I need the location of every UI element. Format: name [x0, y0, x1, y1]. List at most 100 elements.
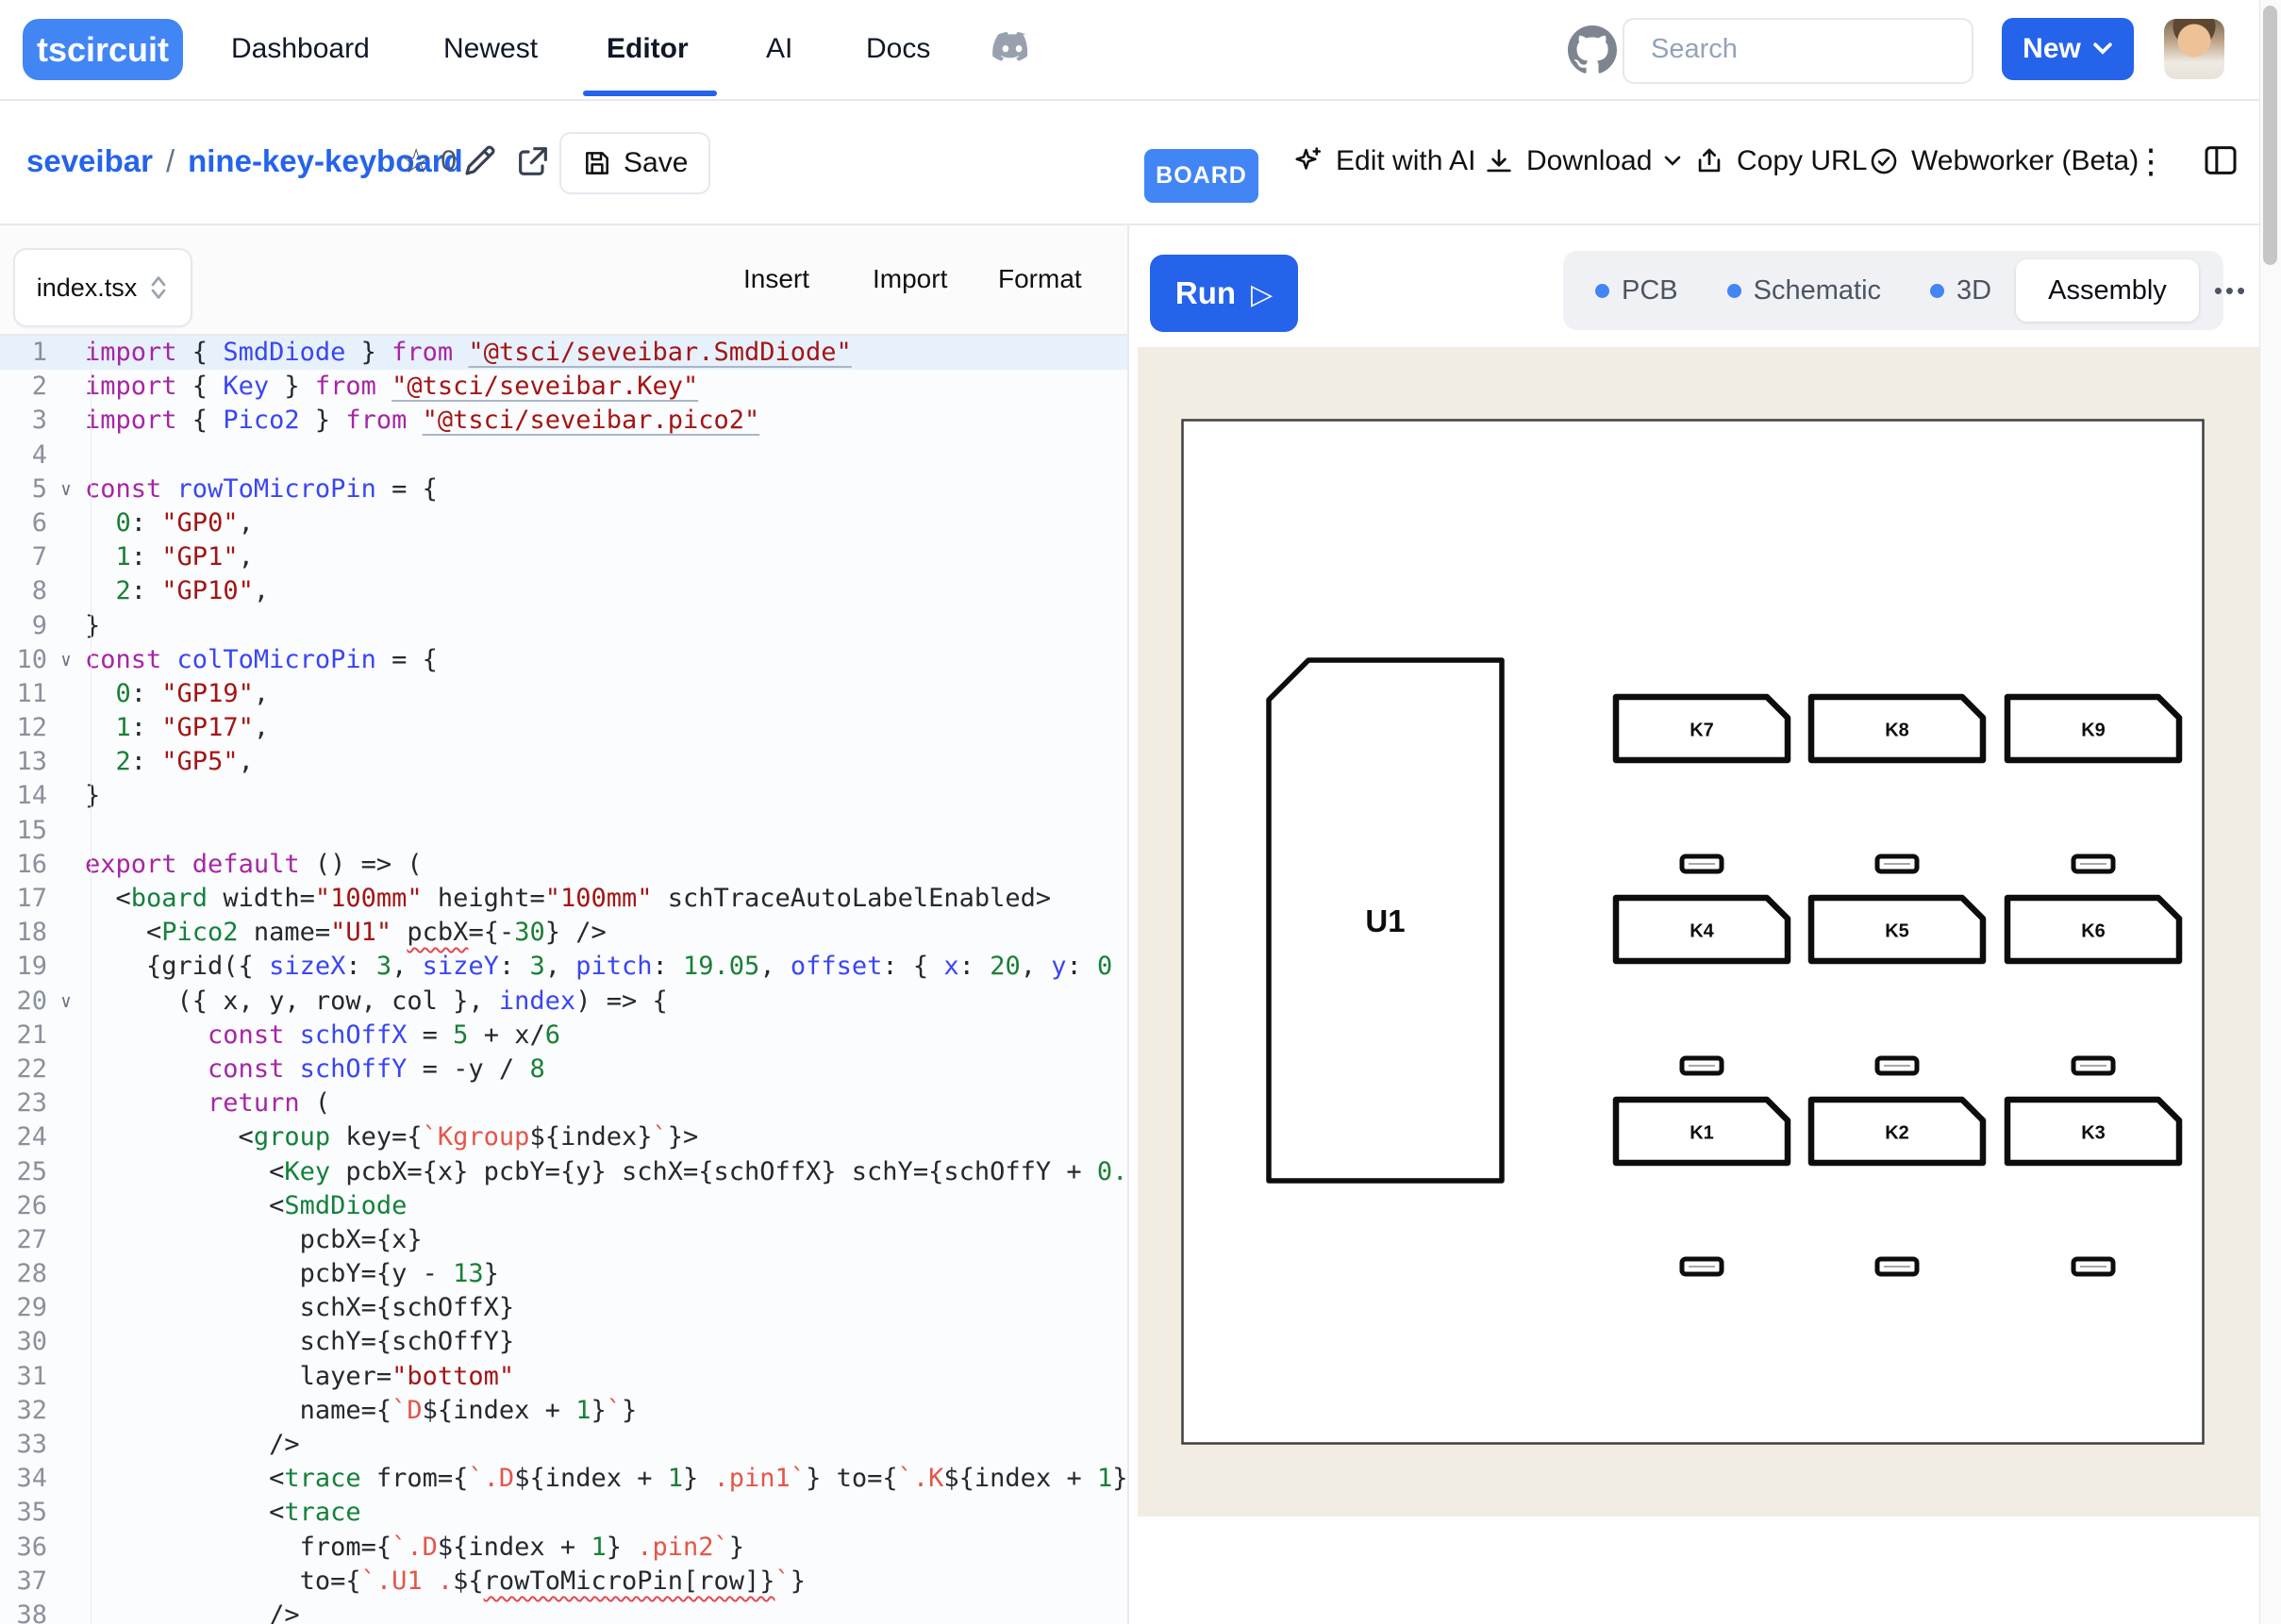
edit-with-ai-button[interactable]: Edit with AI	[1290, 101, 1475, 222]
menu-format[interactable]: Format	[998, 225, 1082, 332]
code-line[interactable]: 26 <SmdDiode	[0, 1189, 1127, 1223]
save-button[interactable]: Save	[559, 132, 710, 194]
code-line[interactable]: 32 name={`D${index + 1}`}	[0, 1394, 1127, 1428]
editor-header: index.tsx Insert Import Format	[0, 225, 1127, 336]
github-icon[interactable]	[1568, 25, 1617, 75]
code-line[interactable]: 33 />	[0, 1428, 1127, 1462]
webworker-label: Webworker (Beta)	[1911, 145, 2139, 177]
code-line[interactable]: 15	[0, 814, 1127, 848]
line-number: 13	[0, 745, 47, 779]
share-icon[interactable]	[514, 142, 552, 180]
tab-schematic[interactable]: Schematic	[1703, 275, 1906, 307]
code-line[interactable]: 6 0: "GP0",	[0, 506, 1127, 540]
play-icon: ▷	[1251, 278, 1273, 311]
code-line[interactable]: 25 <Key pcbX={x} pcbY={y} schX={schOffX}…	[0, 1155, 1127, 1189]
code-line[interactable]: 29 schX={schOffX}	[0, 1291, 1127, 1325]
discord-icon[interactable]	[991, 30, 1034, 66]
code-line[interactable]: 18 <Pico2 name="U1" pcbX={-30} />	[0, 916, 1127, 950]
download-button[interactable]: Download	[1483, 101, 1682, 222]
nav-item-newest[interactable]: Newest	[443, 0, 538, 97]
copy-url-button[interactable]: Copy URL	[1693, 101, 1867, 222]
star-counter[interactable]: ☆ 0	[401, 101, 457, 222]
file-selector[interactable]: index.tsx	[13, 248, 192, 327]
code-line[interactable]: 24 <group key={`Kgroup${index}`}>	[0, 1120, 1127, 1154]
line-number: 4	[0, 439, 47, 472]
line-number: 17	[0, 882, 47, 916]
menu-insert[interactable]: Insert	[743, 225, 809, 332]
file-name: index.tsx	[37, 273, 138, 303]
tab-assembly[interactable]: Assembly	[2016, 259, 2199, 322]
code-line[interactable]: 37 to={`.U1 .${rowToMicroPin[row]}`}	[0, 1565, 1127, 1599]
line-number: 1	[0, 336, 47, 370]
code-line[interactable]: 11 0: "GP19",	[0, 677, 1127, 711]
run-button[interactable]: Run ▷	[1150, 255, 1298, 332]
code-line[interactable]: 5∨const rowToMicroPin = {	[0, 472, 1127, 506]
nav-item-editor[interactable]: Editor	[607, 0, 689, 97]
code-line[interactable]: 27 pcbX={x}	[0, 1223, 1127, 1257]
tab-3d[interactable]: 3D	[1906, 275, 2016, 307]
code-line[interactable]: 10∨const colToMicroPin = {	[0, 643, 1127, 677]
panel-toggle-icon[interactable]	[2202, 142, 2239, 178]
kebab-menu[interactable]: ⋮	[2134, 101, 2168, 222]
project-toolbar: seveibar / nine-key-keyboard ☆ 0 Save BO…	[0, 101, 2281, 225]
code-line[interactable]: 13 2: "GP5",	[0, 745, 1127, 779]
line-number: 22	[0, 1052, 47, 1086]
code-line[interactable]: 16export default () => (	[0, 848, 1127, 882]
search-box	[1623, 18, 1973, 84]
code-line[interactable]: 4	[0, 439, 1127, 472]
code-line[interactable]: 22 const schOffY = -y / 8	[0, 1052, 1127, 1086]
nav-item-ai[interactable]: AI	[766, 0, 792, 97]
scrollbar-thumb[interactable]	[2263, 6, 2277, 265]
3d-dot-icon	[1930, 284, 1944, 298]
rename-pencil-icon[interactable]	[460, 141, 500, 180]
code-line[interactable]: 8 2: "GP10",	[0, 574, 1127, 608]
fold-arrow-icon[interactable]: ∨	[47, 643, 85, 677]
code-line[interactable]: 14}	[0, 779, 1127, 813]
webworker-toggle[interactable]: Webworker (Beta)	[1868, 101, 2139, 222]
code-editor[interactable]: 1import { SmdDiode } from "@tsci/seveiba…	[0, 336, 1127, 1624]
tabs-overflow-button[interactable]: •••	[2199, 276, 2263, 306]
code-line[interactable]: 35 <trace	[0, 1496, 1127, 1530]
line-number: 38	[0, 1599, 47, 1624]
line-number: 3	[0, 404, 47, 438]
menu-import[interactable]: Import	[873, 225, 947, 332]
code-line[interactable]: 7 1: "GP1",	[0, 540, 1127, 574]
fold-arrow-icon[interactable]: ∨	[47, 472, 85, 506]
code-line[interactable]: 17 <board width="100mm" height="100mm" s…	[0, 882, 1127, 916]
new-button[interactable]: New	[2002, 18, 2134, 80]
code-line[interactable]: 30 schY={schOffY}	[0, 1325, 1127, 1359]
code-line[interactable]: 21 const schOffX = 5 + x/6	[0, 1019, 1127, 1052]
code-line[interactable]: 9}	[0, 609, 1127, 643]
code-line[interactable]: 36 from={`.D${index + 1} .pin2`}	[0, 1531, 1127, 1565]
save-button-label: Save	[624, 147, 688, 179]
search-input[interactable]	[1649, 33, 1936, 66]
breadcrumb-separator: /	[166, 143, 175, 179]
board-type-badge[interactable]: BOARD	[1144, 149, 1258, 203]
key-label: K9	[2081, 721, 2106, 741]
download-icon	[1483, 145, 1515, 177]
code-line[interactable]: 2import { Key } from "@tsci/seveibar.Key…	[0, 370, 1127, 404]
code-line[interactable]: 38 />	[0, 1599, 1127, 1624]
code-line[interactable]: 19 {grid({ sizeX: 3, sizeY: 3, pitch: 19…	[0, 950, 1127, 984]
edit-with-ai-label: Edit with AI	[1336, 145, 1475, 177]
code-line[interactable]: 23 return (	[0, 1086, 1127, 1120]
code-line[interactable]: 28 pcbY={y - 13}	[0, 1257, 1127, 1291]
code-line[interactable]: 3import { Pico2 } from "@tsci/seveibar.p…	[0, 404, 1127, 438]
owner-link[interactable]: seveibar	[26, 143, 153, 179]
code-line[interactable]: 31 layer="bottom"	[0, 1360, 1127, 1394]
assembly-canvas[interactable]: U1K7K8K9K4K5K6K1K2K3	[1138, 347, 2260, 1516]
line-number: 19	[0, 950, 47, 984]
line-number: 34	[0, 1462, 47, 1496]
code-line[interactable]: 12 1: "GP17",	[0, 711, 1127, 745]
fold-arrow-icon[interactable]: ∨	[47, 985, 85, 1019]
code-line[interactable]: 1import { SmdDiode } from "@tsci/seveiba…	[0, 336, 1127, 370]
line-number: 15	[0, 814, 47, 848]
copy-url-label: Copy URL	[1737, 145, 1867, 177]
nav-item-docs[interactable]: Docs	[866, 0, 930, 97]
code-line[interactable]: 34 <trace from={`.D${index + 1} .pin1`} …	[0, 1462, 1127, 1496]
nav-item-dashboard[interactable]: Dashboard	[231, 0, 370, 97]
tab-pcb[interactable]: PCB	[1571, 275, 1703, 307]
user-avatar[interactable]	[2164, 19, 2224, 79]
code-line[interactable]: 20∨ ({ x, y, row, col }, index) => {	[0, 985, 1127, 1019]
tscircuit-logo[interactable]: tscircuit	[23, 19, 183, 80]
